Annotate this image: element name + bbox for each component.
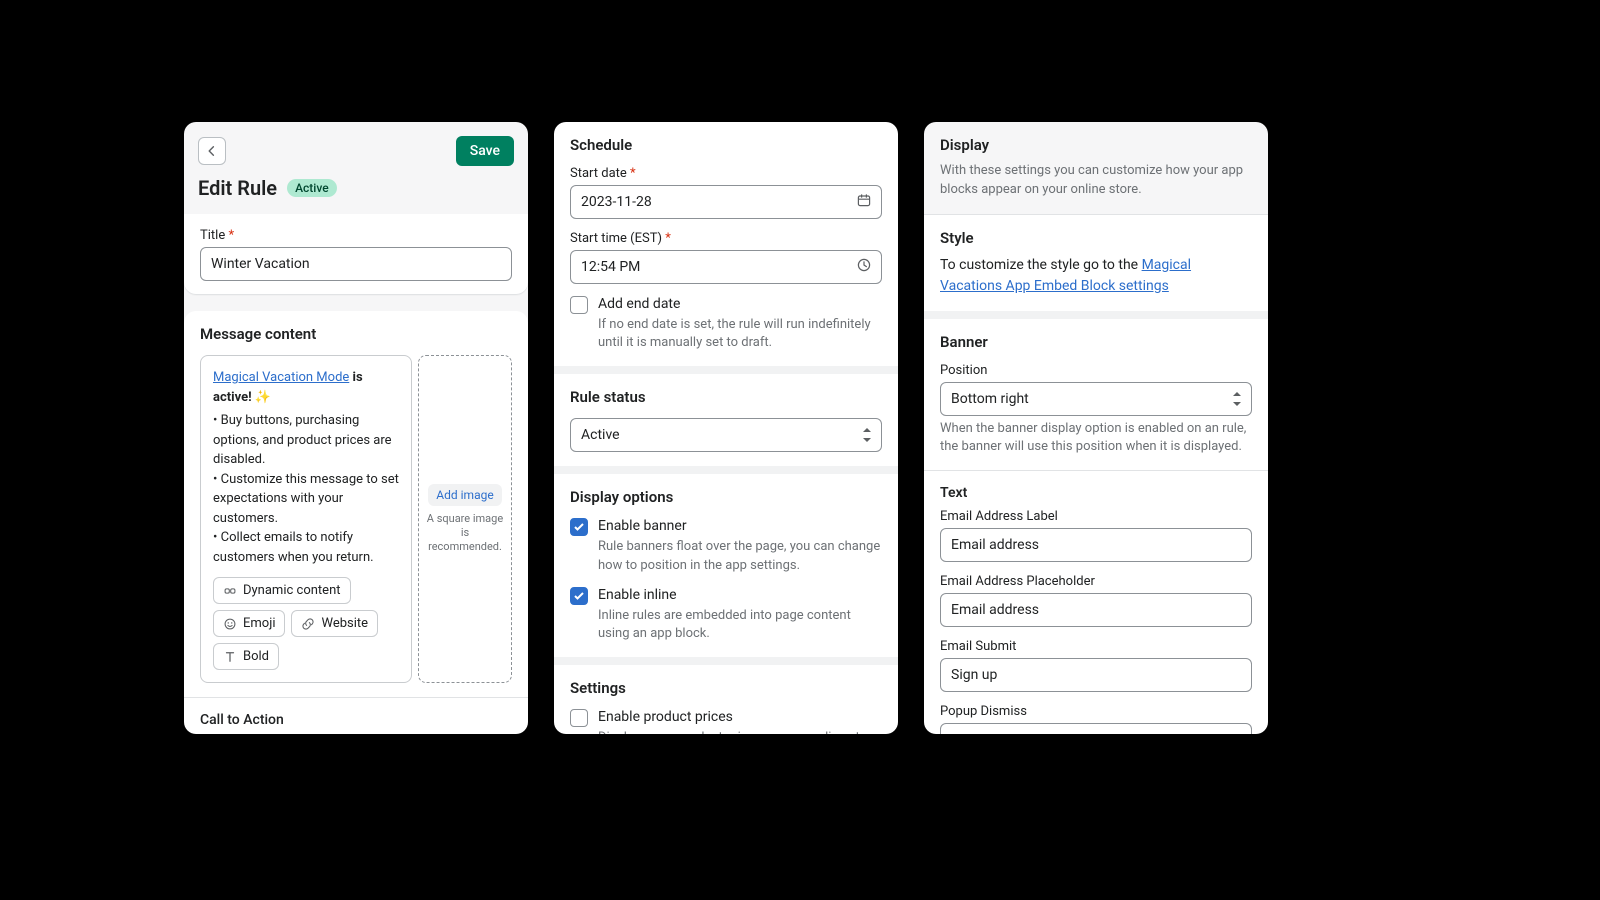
globe-icon [301,617,315,631]
smile-icon [223,617,237,631]
display-heading: Display [940,136,1252,154]
image-hint: A square image is recommended. [425,512,505,555]
image-dropzone[interactable]: Add image A square image is recommended. [418,355,512,683]
popup-dismiss-input[interactable] [940,723,1252,734]
sparkle-icon: ✨ [255,390,271,405]
page-title: Edit Rule [198,176,277,200]
emoji-button[interactable]: Emoji [213,610,285,637]
schedule-panel: Schedule Start date Start time (EST) [554,122,898,734]
schedule-heading: Schedule [570,136,882,154]
email-placeholder-input[interactable] [940,593,1252,627]
enable-banner-label: Enable banner [598,518,882,534]
text-heading: Text [940,485,1252,501]
clock-icon[interactable] [856,257,872,277]
style-text: To customize the style go to the [940,257,1142,273]
enable-inline-checkbox[interactable] [570,587,588,605]
rule-status-select[interactable] [570,418,882,452]
position-label: Position [940,363,1252,378]
website-button[interactable]: Website [291,610,378,637]
status-badge: Active [287,179,337,197]
settings-heading: Settings [570,679,882,697]
message-editor[interactable]: Magical Vacation Mode is active! ✨ • Buy… [200,355,412,683]
start-date-input[interactable] [570,185,882,219]
enable-banner-checkbox[interactable] [570,518,588,536]
message-content-heading: Message content [200,325,512,343]
display-panel: Display With these settings you can cust… [924,122,1268,734]
start-date-label: Start date [570,166,882,181]
display-options-heading: Display options [570,488,882,506]
popup-dismiss-label: Popup Dismiss [940,704,1252,719]
rule-status-heading: Rule status [570,388,882,406]
back-button[interactable] [198,137,226,165]
add-end-date-help: If no end date is set, the rule will run… [598,316,882,352]
email-placeholder-label: Email Address Placeholder [940,574,1252,589]
start-time-label: Start time (EST) [570,231,882,246]
position-select[interactable] [940,382,1252,416]
text-icon [223,650,237,664]
arrow-left-icon [205,144,219,158]
banner-heading: Banner [940,333,1252,351]
title-label: Title [200,228,512,243]
email-label-input[interactable] [940,528,1252,562]
bold-button[interactable]: Bold [213,643,279,670]
link-icon [223,584,237,598]
add-end-date-label: Add end date [598,296,882,312]
style-heading: Style [940,229,1252,247]
display-sub: With these settings you can customize ho… [940,162,1252,200]
enable-inline-label: Enable inline [598,587,882,603]
enable-inline-help: Inline rules are embedded into page cont… [598,607,882,643]
calendar-icon[interactable] [856,192,872,212]
edit-rule-panel: Save Edit Rule Active Title Message cont… [184,122,528,734]
message-link[interactable]: Magical Vacation Mode [213,370,349,385]
dynamic-content-button[interactable]: Dynamic content [213,577,351,604]
email-submit-input[interactable] [940,658,1252,692]
save-button[interactable]: Save [456,136,514,166]
enable-prices-checkbox[interactable] [570,709,588,727]
enable-prices-label: Enable product prices [598,709,882,725]
title-input[interactable] [200,247,512,281]
add-end-date-checkbox[interactable] [570,296,588,314]
enable-prices-help: Displays your product prices on your onl… [598,729,882,734]
position-help: When the banner display option is enable… [940,420,1252,456]
cta-heading: Call to Action [200,712,512,728]
enable-banner-help: Rule banners float over the page, you ca… [598,538,882,574]
start-time-input[interactable] [570,250,882,284]
add-image-button[interactable]: Add image [428,484,501,506]
email-submit-label: Email Submit [940,639,1252,654]
email-label-label: Email Address Label [940,509,1252,524]
